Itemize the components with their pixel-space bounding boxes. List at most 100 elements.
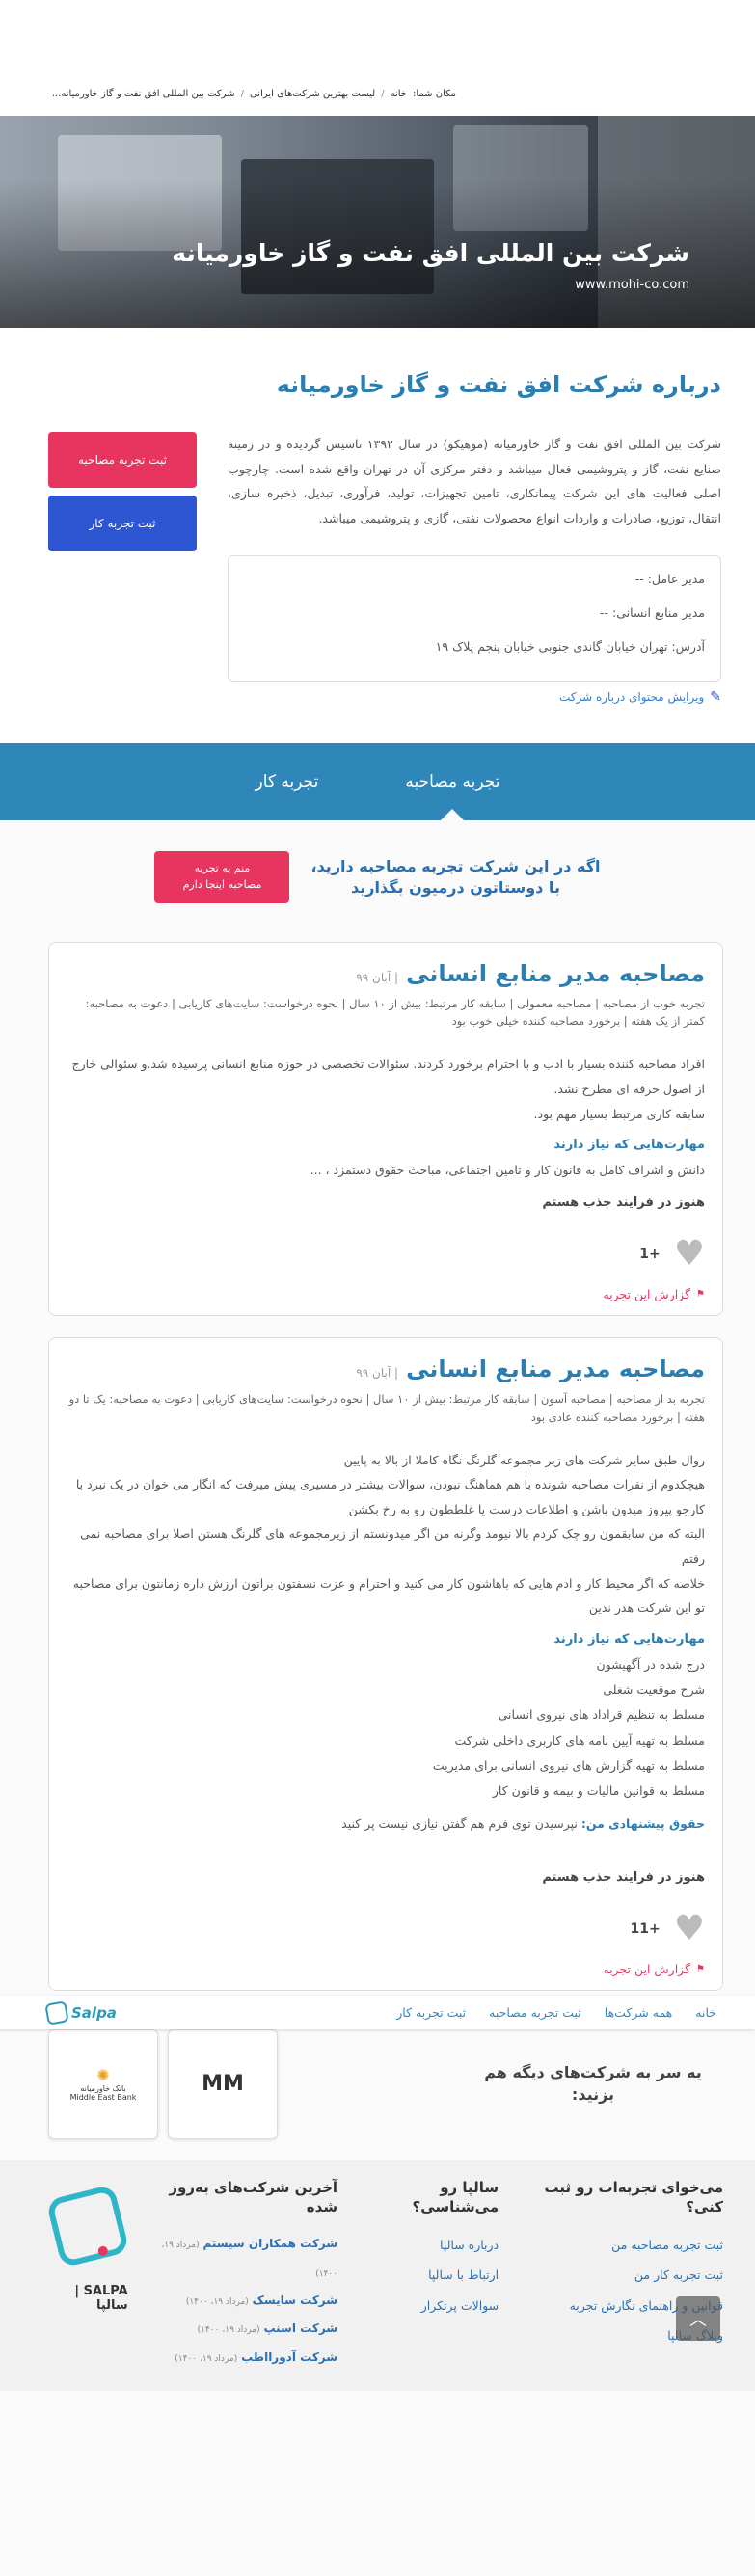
hr-manager-info: مدیر منابع انسانی: -- bbox=[599, 604, 705, 620]
chevron-up-icon: ︿ bbox=[689, 2310, 707, 2331]
review-paragraph: سابقه کاری مرتبط بسیار مهم بود. bbox=[533, 1106, 705, 1121]
recent-company-date: (مرداد ۱۹، ۱۴۰۰) bbox=[175, 2353, 238, 2364]
breadcrumb-separator: / bbox=[381, 89, 385, 99]
company-info-box: مدیر عامل: -- مدیر منابع انسانی: -- آدرس… bbox=[228, 554, 721, 682]
about-heading: درباره شرکت افق نفت و گاز خاورمیانه bbox=[276, 371, 721, 398]
footer-heading: سالپا رو می‌شناسی؟ bbox=[412, 2178, 499, 2215]
review-meta: تجربه خوب از مصاحبه | مصاحبه معمولی | سا… bbox=[85, 996, 705, 1029]
tab-interview-experience[interactable]: تجربه مصاحبه bbox=[395, 772, 509, 792]
share-interview-button[interactable]: منم یه تجربه مصاحبه اینجا دارم bbox=[154, 850, 290, 903]
hero-banner: شرکت بین المللی افق نفت و گاز خاورمیانه … bbox=[0, 116, 755, 328]
report-review-link[interactable]: ⚑ گزارش این تجربه bbox=[67, 1962, 705, 1976]
skill-item: مسلط به قوانین مالیات و بیمه و قانون کار bbox=[492, 1784, 705, 1799]
flag-icon: ⚑ bbox=[696, 1963, 705, 1974]
report-label: گزارش این تجربه bbox=[603, 1961, 691, 1976]
recent-company-name: شرکت اسنپ bbox=[263, 2321, 338, 2336]
hero-overlay bbox=[0, 116, 755, 328]
heart-icon[interactable]: ♥ bbox=[674, 1236, 705, 1272]
company-logo-name: بانک خاورمیانه bbox=[80, 2084, 126, 2094]
review-card: مصاحبه مدیر منابع انسانی | آبان ۹۹ تجربه… bbox=[48, 1336, 723, 1991]
review-date: | آبان ۹۹ bbox=[356, 1365, 399, 1380]
footer-column-submit: می‌خوای تجربه‌ات رو ثبت کنی؟ ثبت تجربه م… bbox=[526, 2178, 723, 2372]
review-paragraph: البته که من سابقمون رو چک کردم بالا نیوم… bbox=[80, 1526, 705, 1566]
recent-company-item[interactable]: شرکت اسنپ (مرداد ۱۹، ۱۴۰۰) bbox=[155, 2315, 337, 2343]
address-info: آدرس: تهران خیابان گاندی جنوبی خیابان پن… bbox=[435, 638, 705, 654]
footer-column-about: سالپا رو می‌شناسی؟ درباره سالپا ارتباط ب… bbox=[364, 2178, 499, 2372]
recent-company-name: شرکت سایسک bbox=[252, 2293, 338, 2307]
cta-button-line2: مصاحبه اینجا دارم bbox=[182, 877, 262, 891]
review-paragraph: روال طبق سایر شرکت های زیر مجموعه گلرنگ … bbox=[343, 1452, 705, 1467]
review-card: مصاحبه مدیر منابع انسانی | آبان ۹۹ تجربه… bbox=[48, 941, 723, 1316]
footer-column-recent: آخرین شرکت‌های به‌روز شده شرکت همکاران س… bbox=[155, 2178, 337, 2372]
report-review-link[interactable]: ⚑ گزارش این تجربه bbox=[67, 1287, 705, 1301]
skill-item: مسلط به تهیه گزارش های نیروی انسانی برای… bbox=[432, 1758, 705, 1773]
nav-add-interview-link[interactable]: ثبت تجربه مصاحبه bbox=[489, 2005, 581, 2020]
add-work-experience-button[interactable]: ثبت تجربه کار bbox=[48, 496, 197, 551]
top-spacer bbox=[0, 0, 755, 72]
review-body: افراد مصاحبه کننده بسیار با ادب و با احت… bbox=[67, 1052, 705, 1126]
salpa-mark-icon bbox=[44, 1999, 69, 2026]
skill-item: درج شده در آگهیشون bbox=[596, 1656, 705, 1672]
recent-company-name: شرکت همکاران سیستم bbox=[202, 2237, 338, 2251]
recent-company-name: شرکت آدورااطب bbox=[241, 2349, 338, 2364]
nav-home-link[interactable]: خانه bbox=[695, 2005, 716, 2020]
nav-add-work-link[interactable]: ثبت تجربه کار bbox=[396, 2005, 466, 2020]
breadcrumb-current: شرکت بین المللی افق نفت و گاز خاورمیانه.… bbox=[51, 89, 235, 99]
add-interview-experience-button[interactable]: ثبت تجربه مصاحبه bbox=[48, 432, 197, 488]
skill-item: مسلط به تنظیم قراداد های نیروی انسانی bbox=[498, 1707, 705, 1723]
company-logo-card[interactable]: MM bbox=[168, 2028, 278, 2139]
salpa-logo-icon bbox=[45, 2183, 130, 2268]
sticky-bottom-nav: خانه همه شرکت‌ها ثبت تجربه مصاحبه ثبت تج… bbox=[0, 1996, 755, 2029]
review-meta: تجربه بد از مصاحبه | مصاحبه آسون | سابقه… bbox=[68, 1391, 705, 1424]
recent-company-item[interactable]: شرکت همکاران سیستم (مرداد ۱۹، ۱۴۰۰) bbox=[155, 2230, 337, 2287]
recent-company-item[interactable]: شرکت آدورااطب (مرداد ۱۹، ۱۴۰۰) bbox=[155, 2344, 337, 2372]
breadcrumb-separator: / bbox=[240, 89, 244, 99]
footer-heading: می‌خوای تجربه‌ات رو ثبت کنی؟ bbox=[544, 2178, 723, 2215]
salpa-logo-link[interactable]: Salpa bbox=[44, 1999, 117, 2026]
share-experience-cta: اگه در این شرکت تجربه مصاحبه دارید، با د… bbox=[0, 820, 755, 942]
edit-about-link[interactable]: ✎ ویرایش محتوای درباره شرکت bbox=[228, 689, 721, 705]
heart-icon[interactable]: ♥ bbox=[674, 1911, 705, 1946]
recent-company-item[interactable]: شرکت سایسک (مرداد ۱۹، ۱۴۰۰) bbox=[155, 2287, 337, 2315]
review-body: روال طبق سایر شرکت های زیر مجموعه گلرنگ … bbox=[67, 1448, 705, 1621]
other-companies-heading: یه سر به شرکت‌های دیگه هم بزنید: bbox=[484, 2063, 702, 2104]
breadcrumb-home-link[interactable]: خانه bbox=[391, 89, 407, 99]
company-logo-card[interactable]: ✺ بانک خاورمیانه Middle East Bank bbox=[48, 2028, 158, 2139]
breadcrumb-prefix: مکان شما: bbox=[412, 89, 456, 99]
company-title: شرکت بین المللی افق نفت و گاز خاورمیانه bbox=[172, 239, 689, 267]
pencil-icon: ✎ bbox=[710, 688, 721, 705]
like-count: +1 bbox=[639, 1246, 661, 1262]
recent-company-date: (مرداد ۱۹، ۱۴۰۰) bbox=[185, 2296, 249, 2307]
flag-icon: ⚑ bbox=[696, 1288, 705, 1300]
footer-link[interactable]: ثبت تجربه کار من bbox=[526, 2260, 723, 2290]
skills-heading: مهارت‌هایی که نیاز دارند bbox=[553, 1631, 705, 1647]
other-companies-section: یه سر به شرکت‌های دیگه هم بزنید: MM ✺ با… bbox=[0, 2012, 755, 2160]
review-paragraph: افراد مصاحبه کننده بسیار با ادب و با احت… bbox=[71, 1057, 705, 1097]
nav-all-companies-link[interactable]: همه شرکت‌ها bbox=[605, 2005, 673, 2020]
footer-link[interactable]: ارتباط با سالپا bbox=[364, 2260, 499, 2290]
skill-item: شرح موقعیت شغلی bbox=[603, 1682, 705, 1698]
about-section: درباره شرکت افق نفت و گاز خاورمیانه شرکت… bbox=[0, 328, 755, 743]
breadcrumb: مکان شما: خانه / لیست بهترین شرکت‌های ای… bbox=[0, 72, 755, 116]
cta-text-line2: با دوستاتون درمیون بگذارید bbox=[351, 877, 560, 897]
review-title: مصاحبه مدیر منابع انسانی bbox=[406, 1355, 705, 1382]
hiring-status: هنوز در فرایند جذب هستم bbox=[542, 1869, 705, 1885]
scroll-to-top-button[interactable]: ︿ bbox=[676, 2296, 720, 2342]
footer-link[interactable]: ثبت تجربه مصاحبه من bbox=[526, 2230, 723, 2260]
site-footer: می‌خوای تجربه‌ات رو ثبت کنی؟ ثبت تجربه م… bbox=[0, 2160, 755, 2392]
company-website-link[interactable]: www.mohi-co.com bbox=[575, 278, 689, 292]
review-paragraph: خلاصه که اگر محیط کار و ادم هایی که باها… bbox=[72, 1575, 705, 1616]
company-logo-subtitle: Middle East Bank bbox=[69, 2093, 137, 2103]
cta-text: اگه در این شرکت تجربه مصاحبه دارید، با د… bbox=[310, 856, 600, 898]
footer-heading: آخرین شرکت‌های به‌روز شده bbox=[169, 2178, 338, 2215]
review-title: مصاحبه مدیر منابع انسانی bbox=[406, 959, 705, 987]
footer-link[interactable]: درباره سالپا bbox=[364, 2230, 499, 2260]
tab-work-experience[interactable]: تجربه کار bbox=[246, 772, 329, 792]
edit-about-label: ویرایش محتوای درباره شرکت bbox=[558, 689, 705, 704]
brand-name: SALPA | سالپا bbox=[74, 2283, 128, 2313]
footer-brand: SALPA | سالپا bbox=[45, 2178, 130, 2372]
cta-text-line1: اگه در این شرکت تجربه مصاحبه دارید، bbox=[310, 856, 601, 875]
footer-link[interactable]: سوالات پرتکرار bbox=[364, 2291, 499, 2321]
breadcrumb-companies-link[interactable]: لیست بهترین شرکت‌های ایرانی bbox=[250, 89, 375, 99]
hiring-status: هنوز در فرایند جذب هستم bbox=[542, 1194, 705, 1210]
